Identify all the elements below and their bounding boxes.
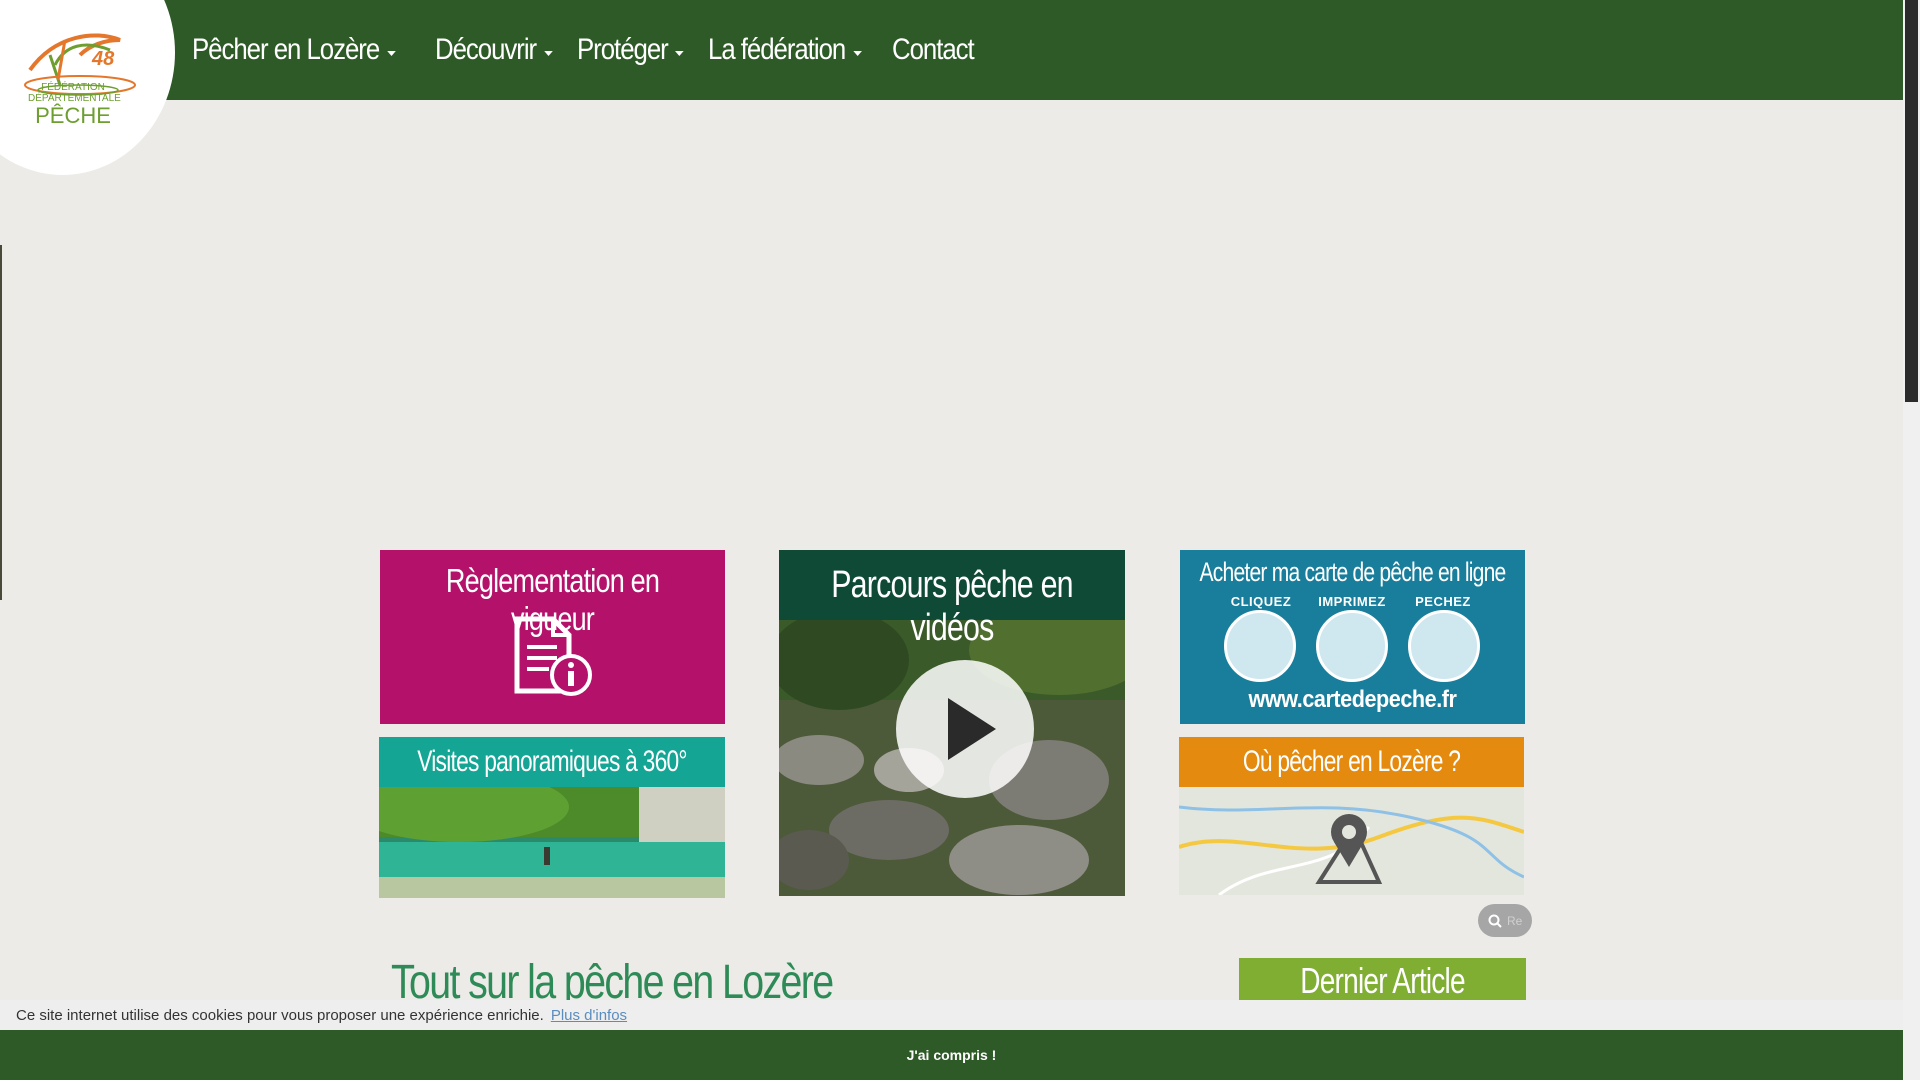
last-article-label: Dernier Article — [1300, 960, 1465, 1001]
tile-title: Où pêcher en Lozère ? — [1242, 745, 1461, 778]
nav-la-federation[interactable]: La fédération — [708, 33, 862, 67]
play-icon[interactable] — [896, 660, 1034, 798]
tile-ou-pecher[interactable]: Où pêcher en Lozère ? — [1179, 737, 1524, 895]
tile-title: Parcours pêche en vidéos — [831, 564, 1073, 649]
cookie-accept-bar[interactable]: J'ai compris ! — [0, 1030, 1903, 1080]
nav-label: Découvrir — [434, 33, 537, 66]
nav-proteger[interactable]: Protéger — [577, 33, 685, 67]
tile-panoramiques[interactable]: Visites panoramiques à 360° — [379, 737, 725, 898]
logo-line-1: FÉDÉRATION — [41, 82, 105, 93]
step-label: CLIQUEZ — [1230, 594, 1292, 609]
logo-text: FÉDÉRATION DÉPARTEMENTALE PÊCHE — [28, 82, 121, 128]
tile-title: Visites panoramiques à 360° — [417, 745, 687, 778]
search-placeholder: Re — [1507, 913, 1523, 928]
caret-down-icon — [675, 50, 685, 56]
nav-label: Pêcher en Lozère — [192, 33, 380, 66]
search-input[interactable]: Re — [1478, 904, 1532, 937]
main-menu: Pêcher en Lozère Découvrir Protéger La f… — [192, 0, 975, 100]
caret-down-icon — [852, 50, 862, 56]
logo-line-3: PÊCHE — [35, 103, 111, 128]
document-info-icon — [514, 616, 592, 696]
caret-down-icon — [386, 50, 396, 56]
river-panorama-photo — [379, 787, 725, 898]
caret-down-icon — [543, 50, 553, 56]
edge-divider — [0, 245, 2, 600]
nav-contact[interactable]: Contact — [892, 33, 975, 67]
search-icon — [1488, 914, 1502, 928]
nav-decouvrir[interactable]: Découvrir — [434, 33, 553, 67]
tile-reglementation[interactable]: Règlementation en vigueur — [380, 550, 725, 724]
last-article-header[interactable]: Dernier Article — [1239, 958, 1526, 1006]
scrollbar-thumb[interactable] — [1905, 0, 1918, 402]
nav-label: La fédération — [707, 33, 846, 66]
cookie-message: Ce site internet utilise des cookies pou… — [16, 1006, 544, 1024]
nav-label: Protéger — [577, 33, 669, 66]
tile-videos[interactable]: Parcours pêche en vidéos — [779, 550, 1125, 896]
step-label: IMPRIMEZ — [1318, 594, 1386, 609]
nav-pecher-en-lozere[interactable]: Pêcher en Lozère — [192, 33, 396, 67]
click-hand-icon — [1224, 610, 1296, 682]
step-label: PECHEZ — [1415, 594, 1471, 609]
carte-url: www.cartedepeche.fr — [1248, 686, 1457, 713]
cookie-accept-button[interactable]: J'ai compris ! — [907, 1047, 997, 1063]
tile-carte-de-peche[interactable]: Acheter ma carte de pêche en ligne CLIQU… — [1180, 550, 1525, 724]
printer-icon — [1316, 610, 1388, 682]
tile-title: Acheter ma carte de pêche en ligne — [1199, 557, 1507, 587]
logo-number: 48 — [92, 48, 115, 70]
fish-icon — [1408, 610, 1480, 682]
nav-label: Contact — [892, 33, 975, 66]
cookie-more-info-link[interactable]: Plus d'infos — [551, 1007, 627, 1024]
cookie-banner: Ce site internet utilise des cookies pou… — [0, 1000, 1903, 1030]
map-thumbnail — [1179, 787, 1524, 895]
